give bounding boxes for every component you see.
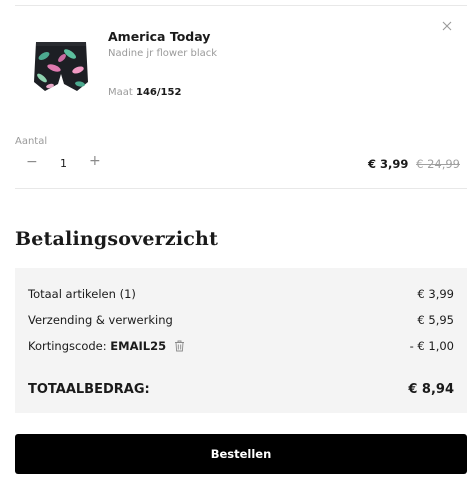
product-brand: America Today	[108, 29, 211, 44]
summary-total: TOTAALBEDRAG: € 8,94	[28, 382, 454, 397]
close-icon	[442, 21, 452, 31]
discount-label: Kortingscode:	[28, 339, 107, 353]
summary-value: - € 1,00	[409, 339, 454, 353]
order-button[interactable]: Bestellen	[15, 434, 467, 474]
product-variant: Nadine jr flower black	[108, 48, 218, 59]
product-size: Maat 146/152	[108, 87, 181, 98]
summary-label: Totaal artikelen (1)	[28, 287, 136, 301]
quantity-decrease-button[interactable]: −	[26, 154, 38, 170]
summary-value: € 5,95	[417, 313, 454, 327]
top-divider	[15, 5, 467, 6]
summary-row-shipping: Verzending & verwerking € 5,95	[28, 313, 454, 327]
price-current: € 3,99	[368, 157, 409, 171]
summary-row-discount: Kortingscode: EMAIL25 - € 1,00	[28, 339, 454, 353]
price-old: € 24,99	[416, 157, 460, 171]
total-label: TOTAALBEDRAG:	[28, 382, 150, 397]
remove-discount-button[interactable]	[174, 340, 185, 352]
quantity-value[interactable]: 1	[60, 157, 67, 170]
total-value: € 8,94	[408, 382, 454, 397]
discount-code: EMAIL25	[110, 339, 167, 353]
section-divider	[15, 188, 467, 189]
size-value: 146/152	[136, 87, 182, 98]
quantity-increase-button[interactable]: +	[89, 153, 101, 169]
summary-value: € 3,99	[417, 287, 454, 301]
payment-summary: Totaal artikelen (1) € 3,99 Verzending &…	[15, 268, 467, 413]
trash-icon	[174, 340, 184, 352]
summary-title: Betalingsoverzicht	[15, 228, 219, 250]
size-label: Maat	[108, 87, 133, 98]
quantity-label: Aantal	[15, 136, 48, 147]
product-price: € 3,99 € 24,99	[368, 157, 460, 171]
summary-label: Verzending & verwerking	[28, 313, 173, 327]
product-image[interactable]	[30, 38, 92, 96]
remove-item-button[interactable]	[440, 18, 454, 32]
summary-row-items: Totaal artikelen (1) € 3,99	[28, 287, 454, 301]
